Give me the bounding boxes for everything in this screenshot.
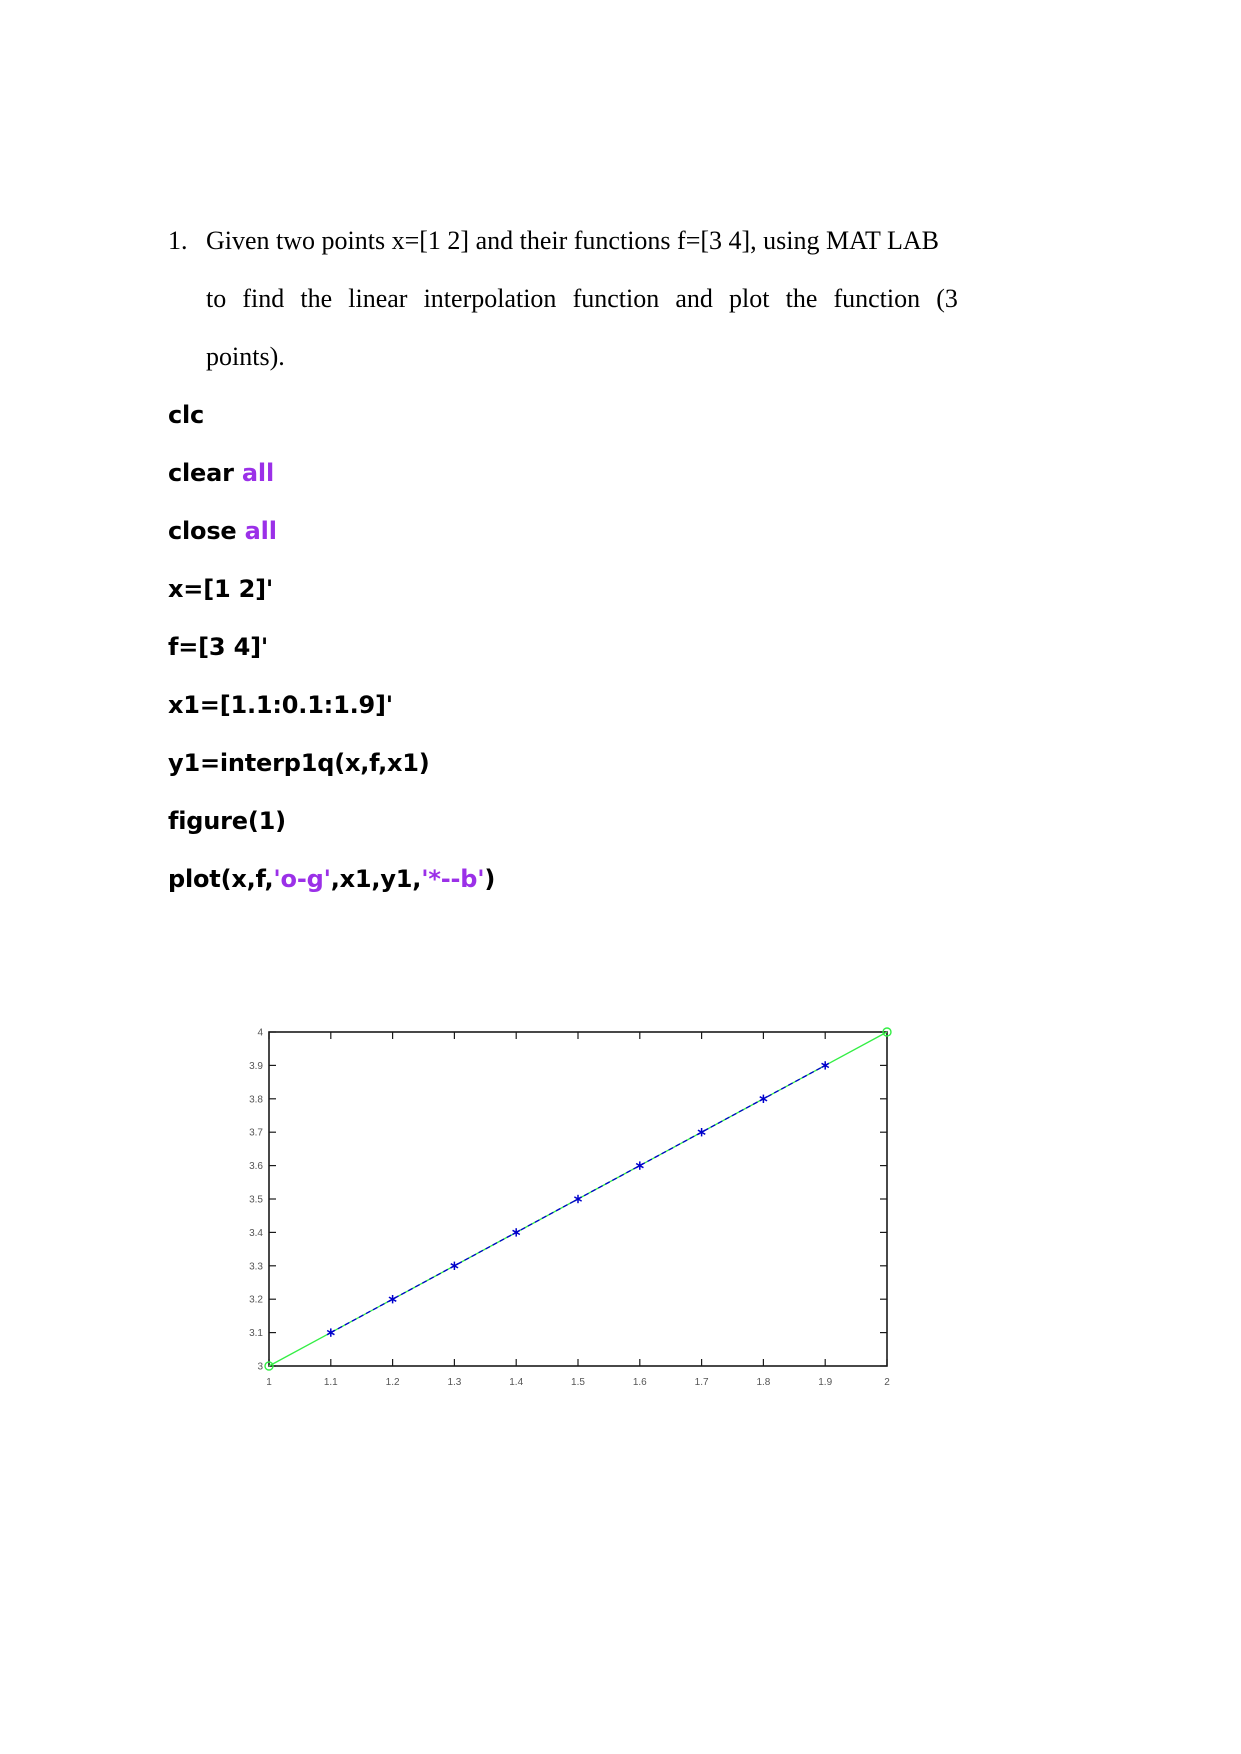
code-text: plot(x,f, — [168, 865, 274, 893]
plot-svg: 1 1.1 1.2 1.3 1.4 1.5 1.6 1.7 1.8 1.9 2 3 3.1 3.2 3.3 3… — [249, 1027, 892, 1388]
x-tick-label: 1.9 — [818, 1377, 832, 1388]
question-word: interpolation — [423, 284, 557, 313]
question-word: find — [242, 284, 285, 313]
question-word: the — [785, 284, 818, 313]
code-text: x=[1 2]' — [168, 575, 274, 603]
code-string: 'o-g' — [273, 865, 331, 893]
question-number: 1. — [168, 226, 188, 255]
line-clear-all: clear all — [168, 444, 1068, 502]
x-tick-label: 1.3 — [447, 1377, 461, 1388]
code-text: ) — [484, 865, 496, 893]
question-word: function — [572, 284, 660, 313]
code-text: f=[3 4]' — [168, 633, 268, 661]
line-y1: y1=interp1q(x,f,x1) — [168, 734, 1068, 792]
question-text: Given two points x=[1 2] and their funct… — [206, 212, 958, 386]
line-figure: figure(1) — [168, 792, 1068, 850]
y-tick-label: 3.3 — [249, 1261, 263, 1272]
question-word: (3 — [936, 284, 958, 313]
question-word: linear — [348, 284, 408, 313]
x-tick-label: 1.7 — [695, 1377, 709, 1388]
matlab-code-block: clc clear all close all x=[1 2]' f=[3 4]' x1=… — [168, 386, 1068, 908]
x-tick-label: 1 — [266, 1377, 272, 1388]
question-line-3: points). — [206, 342, 285, 371]
code-text: ,x1,y1, — [330, 865, 422, 893]
x-tick-label: 1.5 — [571, 1377, 585, 1388]
y-tick-label: 3.4 — [249, 1228, 263, 1239]
question-line-2: to find the linear interpolation functio… — [206, 270, 958, 328]
x-tick-label: 1.6 — [633, 1377, 647, 1388]
y-tick-label: 4 — [257, 1028, 263, 1039]
question-block: 1. Given two points x=[1 2] and their fu… — [168, 212, 958, 386]
code-keyword: all — [241, 459, 274, 487]
y-tick-label: 3.9 — [249, 1061, 263, 1072]
code-keyword: all — [244, 517, 277, 545]
x-tick-label: 1.1 — [324, 1377, 338, 1388]
line-x: x=[1 2]' — [168, 560, 1068, 618]
code-text: close — [168, 517, 245, 545]
y-tick-label: 3.1 — [249, 1328, 263, 1339]
y-tick-label: 3.7 — [249, 1128, 263, 1139]
code-text: clear — [168, 459, 242, 487]
matlab-plot-figure: 1 1.1 1.2 1.3 1.4 1.5 1.6 1.7 1.8 1.9 2 3 3.1 3.2 3.3 3… — [225, 1016, 905, 1416]
y-tick-label: 3.5 — [249, 1195, 263, 1206]
code-text: clc — [168, 401, 205, 429]
question-word: the — [300, 284, 333, 313]
line-f: f=[3 4]' — [168, 618, 1068, 676]
line-close-all: close all — [168, 502, 1068, 560]
question-word: function — [833, 284, 921, 313]
code-text: y1=interp1q(x,f,x1) — [168, 749, 430, 777]
line-clc: clc — [168, 386, 1068, 444]
y-tick-label: 3 — [257, 1362, 263, 1373]
line-plot: plot(x,f,'o-g',x1,y1,'*--b') — [168, 850, 1068, 908]
code-string: '*--b' — [421, 865, 485, 893]
y-tick-label: 3.8 — [249, 1094, 263, 1105]
code-text: x1=[1.1:0.1:1.9]' — [168, 691, 393, 719]
x-tick-label: 1.2 — [386, 1377, 400, 1388]
y-tick-label: 3.6 — [249, 1161, 263, 1172]
question-line-1: Given two points x=[1 2] and their funct… — [206, 226, 939, 255]
question-word: plot — [729, 284, 770, 313]
question-word: and — [675, 284, 713, 313]
figure-container: 1 1.1 1.2 1.3 1.4 1.5 1.6 1.7 1.8 1.9 2 3 3.1 3.2 3.3 3… — [225, 1016, 905, 1416]
x-tick-label: 1.8 — [756, 1377, 770, 1388]
y-tick-label: 3.2 — [249, 1295, 263, 1306]
x-tick-label: 1.4 — [509, 1377, 523, 1388]
question-item-1: 1. Given two points x=[1 2] and their fu… — [168, 212, 958, 386]
line-x1: x1=[1.1:0.1:1.9]' — [168, 676, 1068, 734]
question-word: to — [206, 284, 227, 313]
document-page: 1. Given two points x=[1 2] and their fu… — [0, 0, 1241, 1754]
x-tick-label: 2 — [884, 1377, 890, 1388]
code-text: figure(1) — [168, 807, 286, 835]
